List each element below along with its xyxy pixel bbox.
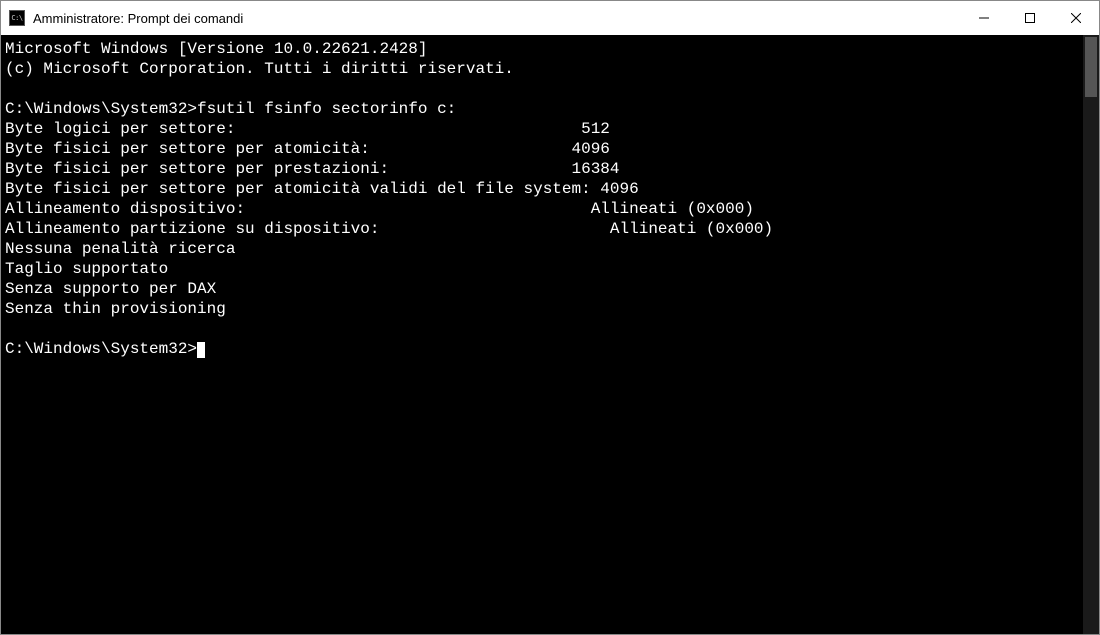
window-controls [961, 1, 1099, 35]
output-line: Byte fisici per settore per atomicità: 4… [5, 140, 610, 158]
maximize-button[interactable] [1007, 1, 1053, 35]
vertical-scrollbar[interactable] [1083, 35, 1099, 634]
minimize-button[interactable] [961, 1, 1007, 35]
title-bar[interactable]: C:\ Amministratore: Prompt dei comandi [1, 1, 1099, 35]
output-line: Senza thin provisioning [5, 300, 226, 318]
text-cursor [197, 342, 205, 358]
terminal-container: Microsoft Windows [Versione 10.0.22621.2… [1, 35, 1099, 634]
entered-command: fsutil fsinfo sectorinfo c: [197, 100, 456, 118]
scrollbar-thumb[interactable] [1085, 37, 1097, 97]
output-line: Byte fisici per settore per prestazioni:… [5, 160, 620, 178]
command-prompt-window: C:\ Amministratore: Prompt dei comandi M… [0, 0, 1100, 635]
terminal-output[interactable]: Microsoft Windows [Versione 10.0.22621.2… [1, 35, 1083, 634]
close-button[interactable] [1053, 1, 1099, 35]
output-line: Byte fisici per settore per atomicità va… [5, 180, 639, 198]
prompt-path: C:\Windows\System32> [5, 100, 197, 118]
output-line: Byte logici per settore: 512 [5, 120, 610, 138]
output-line: Allineamento partizione su dispositivo: … [5, 220, 773, 238]
minimize-icon [979, 13, 989, 23]
os-version-line: Microsoft Windows [Versione 10.0.22621.2… [5, 40, 427, 58]
app-icon-glyph: C:\ [11, 14, 22, 22]
window-title: Amministratore: Prompt dei comandi [33, 11, 961, 26]
output-line: Senza supporto per DAX [5, 280, 216, 298]
maximize-icon [1025, 13, 1035, 23]
app-icon: C:\ [9, 10, 25, 26]
output-line: Taglio supportato [5, 260, 168, 278]
output-line: Allineamento dispositivo: Allineati (0x0… [5, 200, 754, 218]
close-icon [1071, 13, 1081, 23]
copyright-line: (c) Microsoft Corporation. Tutti i dirit… [5, 60, 514, 78]
prompt-path: C:\Windows\System32> [5, 340, 197, 358]
output-line: Nessuna penalità ricerca [5, 240, 235, 258]
